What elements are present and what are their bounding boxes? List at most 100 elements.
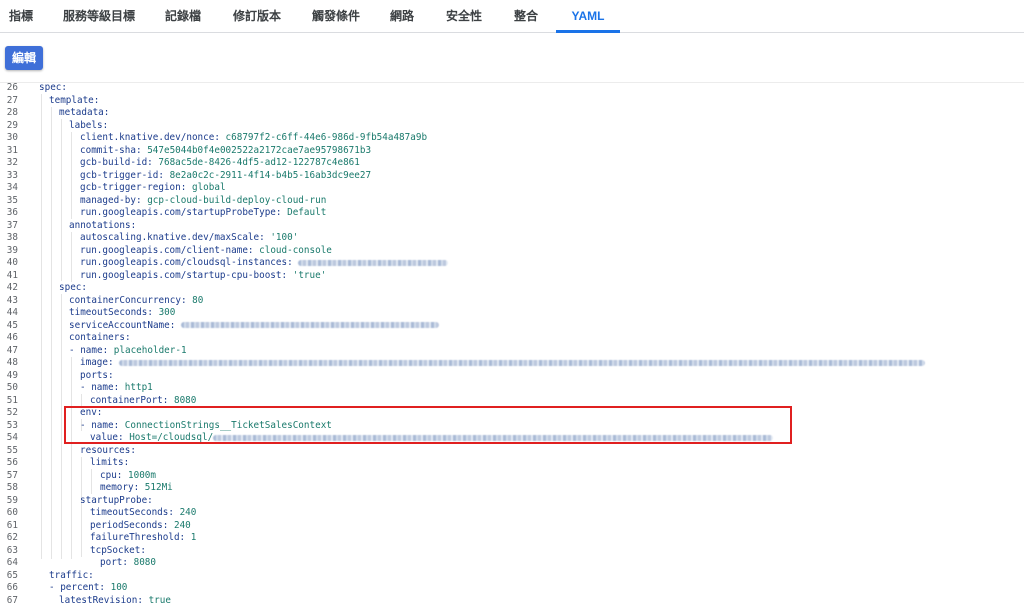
indent-guide <box>71 232 72 282</box>
tab-triggers[interactable]: 觸發條件 <box>306 0 366 32</box>
line-number: 43 <box>6 294 18 306</box>
indent-guide <box>81 394 82 406</box>
line-number: 65 <box>6 569 18 581</box>
line-number: 26 <box>6 82 18 93</box>
yaml-key: startupProbe: <box>80 494 153 506</box>
line-number: 66 <box>6 582 18 593</box>
yaml-value: 8080 <box>173 394 197 406</box>
yaml-key: autoscaling.knative.dev/maxScale: <box>80 232 265 243</box>
yaml-value: 1 <box>190 532 197 543</box>
yaml-value: cloud-console <box>259 244 332 256</box>
yaml-key: image: <box>80 357 114 368</box>
indent-guide <box>71 357 72 559</box>
line-number: 47 <box>6 344 18 356</box>
yaml-key: ports: <box>80 369 114 381</box>
redacted-value <box>119 359 926 366</box>
yaml-key: timeoutSeconds: <box>90 507 174 518</box>
redacted-value <box>213 434 774 441</box>
yaml-key: run.googleapis.com/client-name: <box>80 244 254 256</box>
yaml-key: - name: <box>80 419 120 431</box>
yaml-value: 80 <box>192 294 204 306</box>
yaml-key: timeoutSeconds: <box>69 307 153 318</box>
yaml-key: - name: <box>69 344 109 356</box>
yaml-value: 1000m <box>128 469 156 481</box>
yaml-value: c68797f2-c6ff-44e6-986d-9fb54a487a9b <box>225 132 428 143</box>
line-number: 44 <box>6 307 18 318</box>
yaml-key: run.googleapis.com/startup-cpu-boost: <box>80 269 288 281</box>
yaml-key: periodSeconds: <box>90 519 169 531</box>
yaml-value: placeholder-1 <box>113 344 187 356</box>
line-number: 49 <box>6 369 18 381</box>
tab-logs[interactable]: 記錄檔 <box>160 0 206 32</box>
yaml-key: gcb-build-id: <box>80 157 153 168</box>
tab-networking[interactable]: 網路 <box>382 0 422 32</box>
yaml-key: traffic: <box>49 569 94 581</box>
line-number: 51 <box>6 394 18 406</box>
line-number: 56 <box>6 457 18 468</box>
tab-security[interactable]: 安全性 <box>440 0 488 32</box>
yaml-key: tcpSocket: <box>90 544 146 556</box>
tab-integrations[interactable]: 整合 <box>508 0 544 32</box>
line-number: 42 <box>6 282 18 293</box>
line-number: 28 <box>6 107 18 118</box>
line-number: 48 <box>6 357 18 368</box>
line-number: 38 <box>6 232 18 243</box>
redacted-value <box>180 322 439 328</box>
indent-guide <box>91 469 92 494</box>
line-number: 30 <box>6 132 18 143</box>
tab-metrics[interactable]: 指標 <box>4 0 38 32</box>
yaml-value: ConnectionStrings__TicketSalesContext <box>124 419 332 431</box>
line-number: 29 <box>6 119 18 131</box>
line-number: 50 <box>6 382 18 393</box>
yaml-key: managed-by: <box>80 194 142 206</box>
yaml-key: resources: <box>80 444 136 456</box>
yaml-value: 8e2a0c2c-2911-4f14-b4b5-16ab3dc9ee27 <box>169 169 372 181</box>
yaml-key: annotations: <box>69 219 137 231</box>
line-number: 54 <box>6 432 18 443</box>
line-number: 57 <box>6 469 18 481</box>
indent-guide <box>61 294 62 559</box>
line-number: 27 <box>6 94 18 106</box>
tab-yaml[interactable]: YAML <box>560 0 616 32</box>
yaml-key: limits: <box>90 457 130 468</box>
yaml-value: 240 <box>179 507 197 518</box>
line-number: 32 <box>6 157 18 168</box>
line-number: 59 <box>6 494 18 506</box>
line-number: 40 <box>6 257 18 268</box>
yaml-value: 300 <box>158 307 176 318</box>
yaml-value: true <box>148 594 171 606</box>
yaml-value: 512Mi <box>144 482 173 493</box>
edit-button[interactable]: 編輯 <box>5 46 43 70</box>
line-number: 61 <box>6 519 18 531</box>
yaml-value: Host=/cloudsql/ <box>129 432 214 443</box>
yaml-key: env: <box>80 407 103 418</box>
yaml-value: 240 <box>173 519 191 531</box>
yaml-editor[interactable]: 26 spec: 27 template: 28 metadata: 29 labels… <box>0 82 1024 609</box>
yaml-key: run.googleapis.com/cloudsql-instances: <box>80 257 293 268</box>
yaml-key: metadata: <box>59 107 110 118</box>
yaml-key: gcb-trigger-id: <box>80 169 164 181</box>
line-number: 62 <box>6 532 18 543</box>
yaml-key: - percent: <box>49 582 105 593</box>
tab-slo[interactable]: 服務等級目標 <box>62 0 136 32</box>
indent-guide <box>61 119 62 281</box>
yaml-value: gcp-cloud-build-deploy-cloud-run <box>147 194 327 206</box>
yaml-value: http1 <box>124 382 153 393</box>
line-number: 60 <box>6 507 18 518</box>
line-number: 36 <box>6 207 18 218</box>
yaml-key: containerConcurrency: <box>69 294 187 306</box>
yaml-key: containerPort: <box>90 394 169 406</box>
line-number: 34 <box>6 182 18 193</box>
yaml-key: template: <box>49 94 100 106</box>
yaml-value: global <box>191 182 226 193</box>
yaml-value: 768ac5de-8426-4df5-ad12-122787c4e861 <box>158 157 360 168</box>
yaml-key: failureThreshold: <box>90 532 186 543</box>
yaml-key: labels: <box>69 119 109 131</box>
tab-revisions[interactable]: 修訂版本 <box>228 0 286 32</box>
yaml-value: 547e5044b0f4e002522a2172cae7ae95798671b3 <box>147 144 372 156</box>
line-number: 46 <box>6 332 18 343</box>
line-number: 35 <box>6 194 18 206</box>
indent-guide <box>81 457 82 557</box>
yaml-value: 8080 <box>133 557 156 568</box>
indent-guide <box>41 94 42 559</box>
